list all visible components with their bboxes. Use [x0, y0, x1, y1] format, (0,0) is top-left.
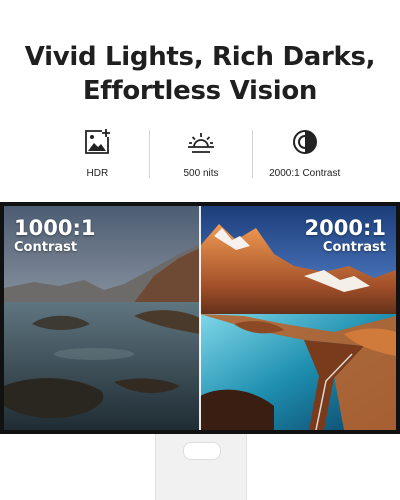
left-contrast-label: 1000:1 Contrast	[14, 216, 95, 256]
right-contrast-label: 2000:1 Contrast	[305, 216, 386, 256]
feature-brightness-label: 500 nits	[183, 168, 219, 179]
feature-brightness: 500 nits	[150, 127, 253, 185]
headline: Vivid Lights, Rich Darks, Effortless Vis…	[0, 40, 400, 108]
contrast-icon	[292, 130, 317, 154]
hdr-image-icon	[85, 129, 111, 154]
sunrise-brightness-icon	[188, 133, 214, 153]
comparison-divider	[199, 206, 201, 430]
monitor-frame: 1000:1 Contrast 2000:1 Contrast	[0, 202, 400, 434]
left-contrast-ratio: 1000:1	[14, 216, 96, 240]
feature-contrast-label: 2000:1 Contrast	[269, 168, 341, 179]
left-contrast-caption: Contrast	[14, 240, 78, 255]
feature-hdr: HDR	[46, 127, 149, 185]
monitor-screen: 1000:1 Contrast 2000:1 Contrast	[4, 206, 396, 430]
headline-line-1: Vivid Lights, Rich Darks,	[24, 42, 376, 72]
headline-line-2: Effortless Vision	[82, 76, 318, 106]
feature-row: HDR 500 nits 2000:1 Contrast	[46, 127, 356, 185]
right-contrast-caption: Contrast	[322, 240, 386, 255]
monitor-stand	[155, 434, 247, 500]
right-contrast-ratio: 2000:1	[304, 216, 386, 240]
feature-contrast: 2000:1 Contrast	[253, 127, 356, 185]
feature-hdr-label: HDR	[86, 168, 109, 179]
stand-cable-hole	[183, 442, 221, 460]
